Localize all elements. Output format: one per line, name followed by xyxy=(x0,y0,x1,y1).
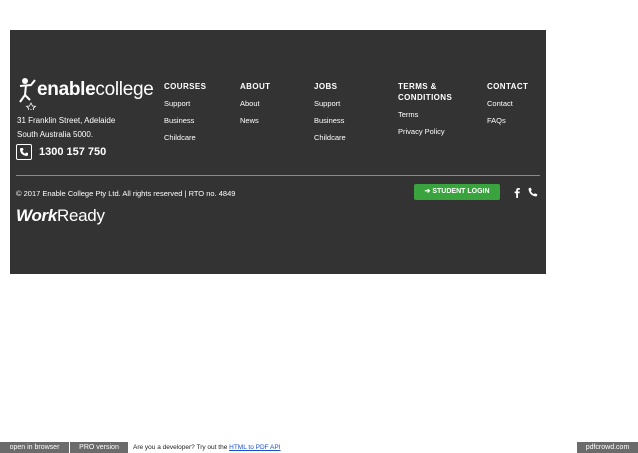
pro-version-button[interactable]: PRO version xyxy=(70,442,128,453)
link-terms[interactable]: Terms xyxy=(398,110,418,119)
column-title-contact: CONTACT xyxy=(487,82,529,91)
footer-column-contact: CONTACT Contact FAQs xyxy=(487,81,529,125)
column-title-about: ABOUT xyxy=(240,82,271,91)
link-privacy-policy[interactable]: Privacy Policy xyxy=(398,127,445,136)
column-title-courses: COURSES xyxy=(164,82,207,91)
footer-column-about: ABOUT About News xyxy=(240,81,271,125)
link-courses-childcare[interactable]: Childcare xyxy=(164,133,196,142)
link-news[interactable]: News xyxy=(240,116,259,125)
footer-divider xyxy=(16,175,540,176)
pdfcrowd-bar: open in browser PRO version Are you a de… xyxy=(0,442,638,453)
enable-college-logo[interactable]: enablecollege xyxy=(17,76,157,110)
phone-call-icon[interactable] xyxy=(528,187,538,197)
phone-icon xyxy=(16,144,32,160)
link-jobs-childcare[interactable]: Childcare xyxy=(314,133,346,142)
copyright-text: © 2017 Enable College Pty Ltd. All right… xyxy=(16,189,236,198)
footer-column-terms: TERMS & CONDITIONS Terms Privacy Policy xyxy=(398,81,468,136)
link-courses-business[interactable]: Business xyxy=(164,116,194,125)
site-footer: enablecollege 31 Franklin Street, Adelai… xyxy=(10,30,546,274)
workready-logo: WorkReady xyxy=(16,206,105,225)
developer-promo-text: Are you a developer? Try out the xyxy=(133,444,230,451)
pdfcrowd-link[interactable]: pdfcrowd.com xyxy=(577,442,638,453)
html-to-pdf-api-link[interactable]: HTML to PDF API xyxy=(229,444,280,451)
link-contact[interactable]: Contact xyxy=(487,99,513,108)
facebook-icon[interactable] xyxy=(513,187,521,198)
address-line-2: South Australia 5000. xyxy=(17,130,94,139)
sign-in-arrow-icon: ➜ xyxy=(424,188,431,195)
student-login-button[interactable]: ➜ STUDENT LOGIN xyxy=(414,184,500,200)
link-about[interactable]: About xyxy=(240,99,260,108)
phone-number[interactable]: 1300 157 750 xyxy=(39,146,106,158)
column-title-terms: TERMS & CONDITIONS xyxy=(398,82,453,102)
link-jobs-support[interactable]: Support xyxy=(314,99,340,108)
logo-wordmark: enablecollege xyxy=(37,79,154,100)
link-faqs[interactable]: FAQs xyxy=(487,116,506,125)
student-login-label: STUDENT LOGIN xyxy=(432,188,490,195)
link-courses-support[interactable]: Support xyxy=(164,99,190,108)
footer-column-courses: COURSES Support Business Childcare xyxy=(164,81,207,142)
link-jobs-business[interactable]: Business xyxy=(314,116,344,125)
column-title-jobs: JOBS xyxy=(314,82,338,91)
footer-column-jobs: JOBS Support Business Childcare xyxy=(314,81,346,142)
address-line-1: 31 Franklin Street, Adelaide xyxy=(17,116,116,125)
open-in-browser-button[interactable]: open in browser xyxy=(0,442,69,453)
developer-promo: Are you a developer? Try out the HTML to… xyxy=(133,442,281,453)
